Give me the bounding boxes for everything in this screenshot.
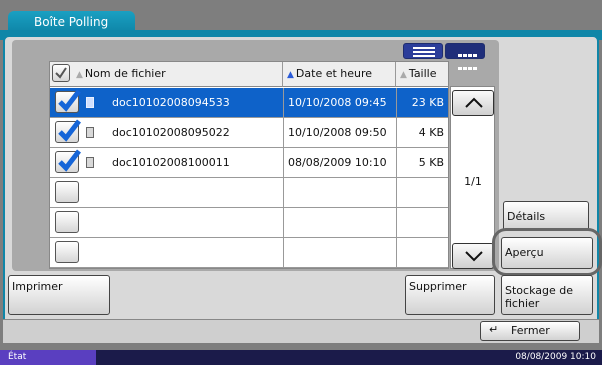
file-name: doc10102008100011 bbox=[112, 156, 230, 169]
delete-button[interactable]: Supprimer bbox=[405, 275, 495, 315]
file-name: doc10102008095022 bbox=[112, 126, 230, 139]
file-date: 10/10/2008 09:45 bbox=[288, 96, 387, 109]
document-icon bbox=[86, 127, 94, 138]
status-bar: État 08/08/2009 10:10 bbox=[0, 350, 602, 365]
preview-button[interactable]: Aperçu bbox=[501, 237, 593, 269]
close-button[interactable]: ↵ Fermer bbox=[480, 321, 580, 341]
page-indicator: 1/1 bbox=[464, 175, 482, 188]
file-date: 08/08/2009 10:10 bbox=[288, 156, 387, 169]
file-table: ▲ Nom de fichier ▲ Date et heure ▲ Taille d… bbox=[49, 61, 449, 269]
file-name: doc10102008094533 bbox=[112, 96, 230, 109]
row-checkbox[interactable] bbox=[55, 211, 79, 233]
table-row[interactable] bbox=[50, 238, 448, 268]
window-tab: Boîte Polling bbox=[8, 11, 135, 32]
enter-icon: ↵ bbox=[489, 323, 499, 336]
row-checkbox[interactable] bbox=[55, 119, 81, 143]
print-button[interactable]: Imprimer bbox=[8, 275, 110, 315]
sort-icon: ▲ bbox=[287, 70, 294, 80]
scroll-down-button[interactable] bbox=[452, 243, 494, 269]
list-view-button[interactable] bbox=[403, 43, 443, 59]
window-title: Boîte Polling bbox=[34, 15, 109, 29]
status-button[interactable]: État bbox=[0, 350, 96, 365]
chevron-up-icon bbox=[465, 97, 483, 108]
file-size: 23 KB bbox=[411, 96, 444, 109]
row-checkbox[interactable] bbox=[55, 149, 81, 173]
row-checkbox[interactable] bbox=[55, 181, 79, 203]
document-icon bbox=[86, 97, 94, 108]
document-icon bbox=[86, 157, 94, 168]
file-size bbox=[400, 178, 444, 207]
grid-view-icon bbox=[458, 48, 478, 74]
file-size bbox=[400, 208, 444, 237]
sort-icon: ▲ bbox=[400, 70, 407, 80]
file-size: 5 KB bbox=[418, 156, 444, 169]
row-checkbox[interactable] bbox=[55, 241, 79, 263]
column-size-header[interactable]: ▲ Taille bbox=[396, 62, 448, 87]
table-row[interactable]: doc10102008100011 08/08/2009 10:10 5 KB bbox=[50, 148, 448, 178]
chevron-down-icon bbox=[465, 251, 483, 262]
status-clock: 08/08/2009 10:10 bbox=[515, 352, 596, 362]
scroll-up-button[interactable] bbox=[452, 90, 494, 116]
storage-button[interactable]: Stockage de fichier bbox=[501, 275, 593, 315]
sort-icon: ▲ bbox=[76, 70, 83, 80]
table-row[interactable]: doc10102008095022 10/10/2008 09:50 4 KB bbox=[50, 118, 448, 148]
table-row[interactable] bbox=[50, 178, 448, 208]
list-view-icon bbox=[413, 47, 435, 59]
column-date-header[interactable]: ▲ Date et heure bbox=[283, 62, 396, 87]
grid-view-button[interactable] bbox=[445, 43, 485, 70]
table-row[interactable] bbox=[50, 208, 448, 238]
select-all-checkbox[interactable] bbox=[52, 64, 70, 82]
column-name-header[interactable]: ▲ Nom de fichier bbox=[50, 62, 283, 87]
details-button[interactable]: Détails bbox=[503, 201, 589, 231]
row-checkbox[interactable] bbox=[55, 89, 81, 113]
file-date: 10/10/2008 09:50 bbox=[288, 126, 387, 139]
file-size: 4 KB bbox=[418, 126, 444, 139]
file-size bbox=[400, 238, 444, 267]
table-row[interactable]: doc10102008094533 10/10/2008 09:45 23 KB bbox=[50, 88, 448, 118]
